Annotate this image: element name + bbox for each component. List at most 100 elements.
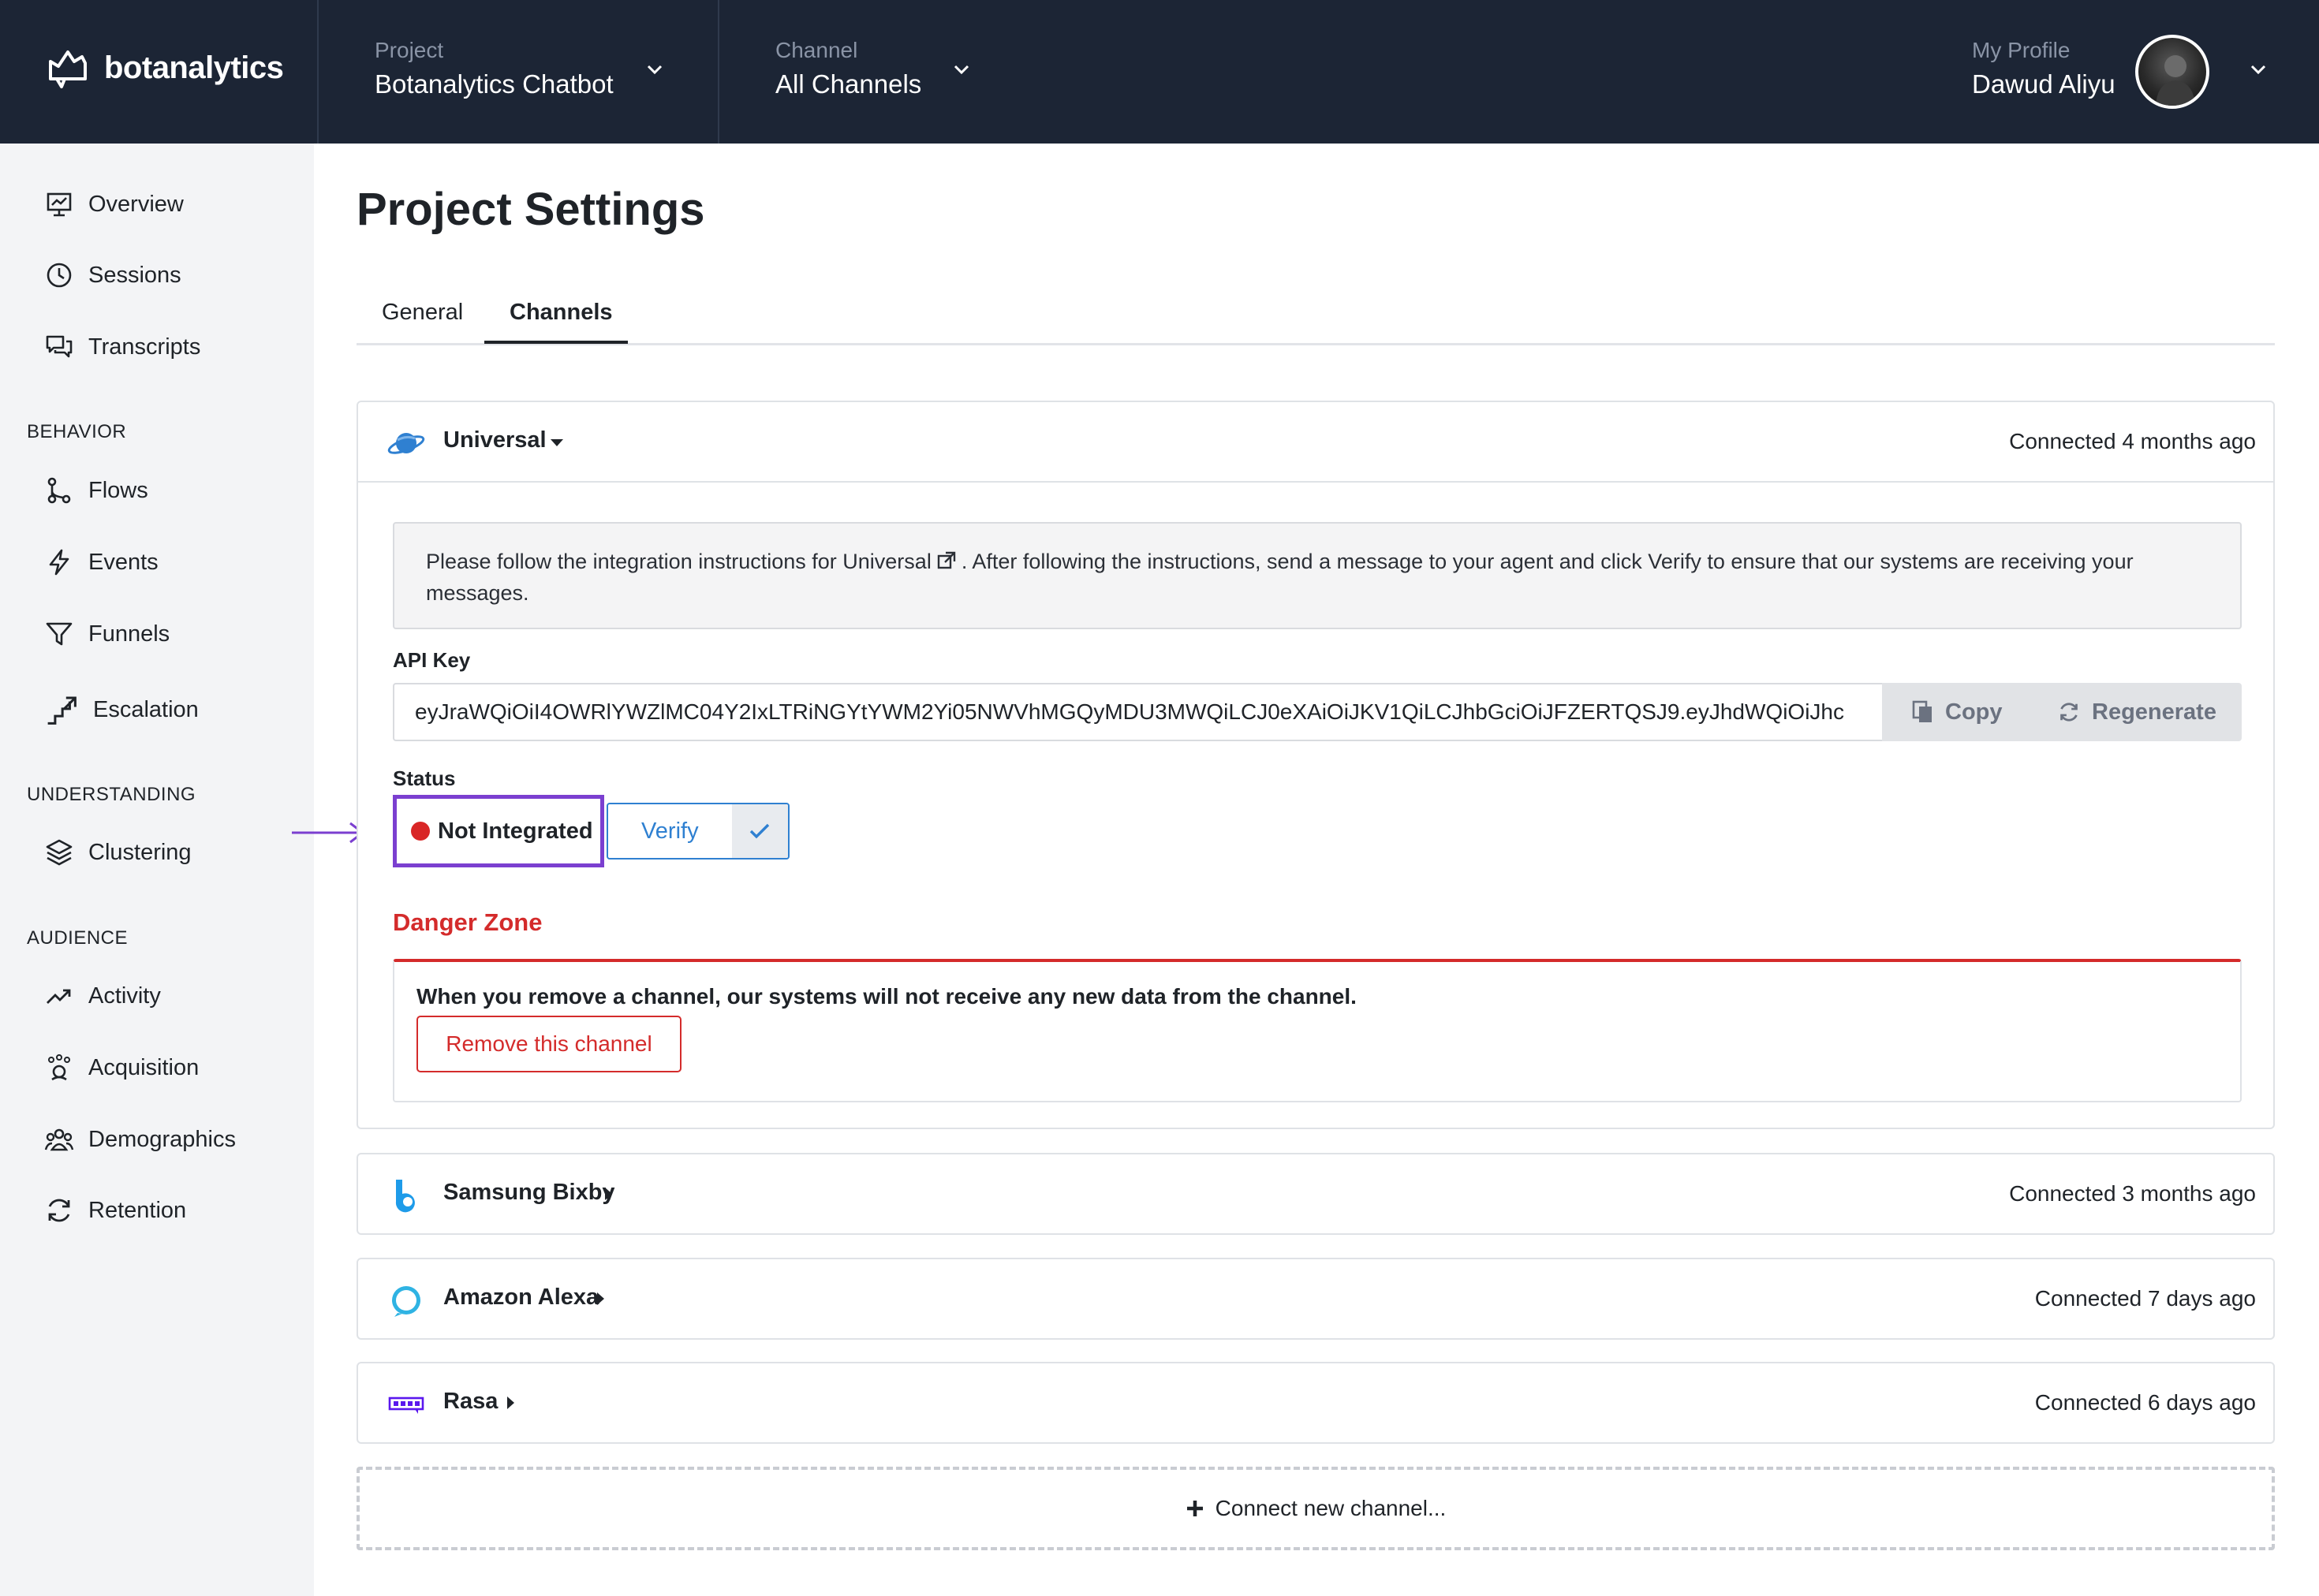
bixby-icon (395, 1180, 415, 1213)
divider (718, 0, 719, 144)
plus-icon (1186, 1501, 1203, 1516)
verify-button[interactable]: Verify (607, 803, 790, 860)
danger-zone-text: When you remove a channel, our systems w… (416, 984, 1357, 1009)
sidebar-item-label: Demographics (88, 1126, 236, 1152)
project-selector[interactable]: Project Botanalytics Chatbot (375, 38, 614, 99)
regenerate-button[interactable]: Regenerate (2057, 699, 2216, 725)
checkmark-icon (731, 804, 788, 858)
sidebar-item-label: Funnels (88, 621, 170, 647)
status-badge: Not Integrated (393, 795, 604, 867)
sidebar-item-sessions[interactable]: Sessions (44, 260, 181, 290)
channel-name: Universal (443, 427, 547, 453)
avatar[interactable] (2135, 35, 2209, 109)
user-photo-icon (2156, 55, 2195, 106)
sidebar-item-activity[interactable]: Activity (44, 981, 161, 1011)
trend-up-icon (47, 989, 71, 1004)
chat-bubbles-icon (46, 335, 73, 358)
channel-name: Amazon Alexa (443, 1285, 599, 1310)
sidebar-item-acquisition[interactable]: Acquisition (44, 1053, 199, 1083)
profile-name: Dawud Aliyu (1972, 69, 2115, 99)
chevron-down-icon[interactable] (952, 63, 971, 76)
project-label: Project (375, 38, 444, 62)
page-title: Project Settings (357, 184, 705, 235)
sidebar-item-label: Escalation (93, 696, 199, 722)
instructions-text: Please follow the integration instructio… (426, 550, 932, 573)
tab-general[interactable]: General (382, 300, 463, 326)
channel-name: Rasa (443, 1389, 499, 1414)
sidebar-item-demographics[interactable]: Demographics (44, 1124, 236, 1154)
active-tab-indicator (484, 341, 628, 344)
sidebar-item-label: Overview (88, 191, 184, 217)
external-link-icon[interactable] (936, 550, 957, 571)
planet-icon (387, 433, 425, 454)
caret-right-icon[interactable] (505, 1395, 516, 1411)
channel-selector[interactable]: Channel All Channels (775, 38, 921, 99)
chart-board-icon (47, 192, 72, 217)
sidebar-item-label: Sessions (88, 262, 181, 288)
top-bar: botanalytics Project Botanalytics Chatbo… (0, 0, 2319, 144)
profile-label: My Profile (1972, 38, 2071, 62)
sidebar-item-transcripts[interactable]: Transcripts (44, 332, 200, 362)
copy-button[interactable]: Copy (1912, 699, 2003, 725)
divider (317, 0, 319, 144)
sidebar-item-funnels[interactable]: Funnels (44, 619, 170, 649)
status-value: Not Integrated (438, 818, 593, 844)
channel-card-samsung-bixby[interactable]: Samsung Bixby Connected 3 months ago (357, 1153, 2275, 1235)
caret-right-icon[interactable] (595, 1291, 606, 1307)
settings-tabs: General Channels (357, 285, 2275, 345)
clock-icon (47, 263, 72, 288)
sidebar-item-overview[interactable]: Overview (44, 189, 184, 219)
chevron-down-icon[interactable] (645, 63, 664, 76)
profile-menu[interactable]: My Profile Dawud Aliyu (1972, 38, 2115, 99)
flow-icon (47, 477, 71, 504)
funnel-icon (46, 622, 73, 646)
sidebar-item-escalation[interactable]: Escalation (44, 692, 199, 727)
escalation-icon (47, 696, 77, 725)
connect-new-channel-button[interactable]: Connect new channel... (357, 1467, 2275, 1550)
caret-down-icon[interactable] (549, 437, 565, 448)
remove-channel-button[interactable]: Remove this channel (416, 1016, 682, 1072)
status-label: Status (393, 766, 456, 790)
users-icon (44, 1128, 74, 1151)
sidebar-item-events[interactable]: Events (44, 547, 159, 577)
caret-right-icon[interactable] (603, 1186, 614, 1202)
lightning-icon (49, 549, 69, 576)
copy-icon (1912, 700, 1932, 722)
section-understanding: UNDERSTANDING (27, 784, 196, 805)
sidebar-item-flows[interactable]: Flows (44, 475, 148, 505)
annotation-arrow-icon (292, 822, 365, 844)
chevron-down-icon[interactable] (2249, 63, 2268, 76)
acquisition-icon (48, 1054, 70, 1081)
sidebar: Overview Sessions Transcripts BEHAVIOR F… (0, 144, 314, 1596)
section-audience: AUDIENCE (27, 927, 129, 949)
sidebar-item-label: Retention (88, 1197, 187, 1223)
channel-label: Channel (775, 38, 858, 62)
brand-name: botanalytics (104, 50, 284, 85)
sidebar-item-retention[interactable]: Retention (44, 1195, 186, 1225)
channel-card-header[interactable]: Universal Connected 4 months ago (358, 402, 2273, 483)
sidebar-item-clustering[interactable]: Clustering (44, 837, 192, 867)
botanalytics-logo-icon (49, 50, 87, 88)
sidebar-item-label: Transcripts (88, 334, 201, 360)
api-key-field[interactable]: eyJraWQiOiI4OWRlYWZlMC04Y2IxLTRiNGYtYWM2… (393, 683, 1882, 741)
alexa-icon (392, 1286, 420, 1317)
channel-card-rasa[interactable]: Rasa Connected 6 days ago (357, 1362, 2275, 1444)
connection-status: Connected 6 days ago (2034, 1390, 2256, 1415)
layers-icon (46, 839, 73, 866)
tab-channels[interactable]: Channels (510, 300, 613, 326)
channel-name: Samsung Bixby (443, 1180, 615, 1205)
status-dot-icon (411, 822, 430, 841)
connection-status: Connected 4 months ago (2009, 429, 2256, 453)
brand-logo[interactable]: botanalytics (46, 46, 284, 90)
sidebar-item-label: Acquisition (88, 1054, 200, 1080)
channel-value: All Channels (775, 69, 922, 99)
danger-zone: When you remove a channel, our systems w… (393, 959, 2242, 1102)
copy-label: Copy (1945, 699, 2003, 725)
sidebar-item-label: Flows (88, 477, 148, 503)
section-behavior: BEHAVIOR (27, 421, 127, 442)
connection-status: Connected 7 days ago (2034, 1286, 2256, 1311)
sidebar-item-label: Activity (88, 983, 161, 1009)
channel-card-amazon-alexa[interactable]: Amazon Alexa Connected 7 days ago (357, 1258, 2275, 1340)
rasa-icon (388, 1396, 424, 1414)
refresh-icon (2060, 703, 2078, 722)
